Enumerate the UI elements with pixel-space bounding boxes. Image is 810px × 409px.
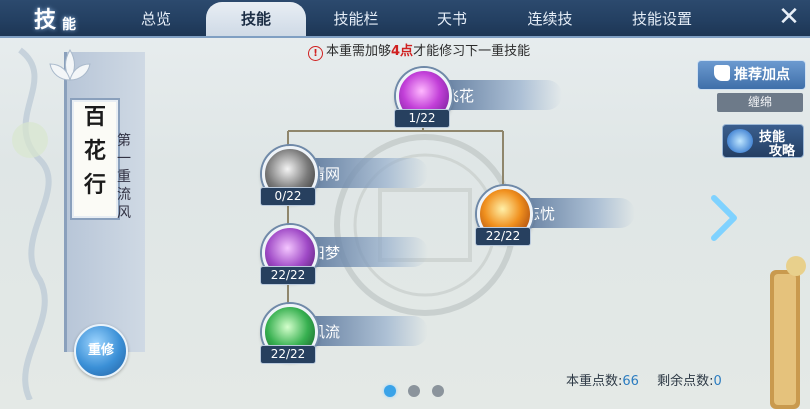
thumbs-up-icon: [714, 65, 730, 81]
skill-level-wangyou: 22/22: [475, 227, 531, 246]
page-dot[interactable]: [384, 385, 396, 397]
page-dot[interactable]: [408, 385, 420, 397]
page-indicator: [384, 382, 456, 401]
points-summary: 本重点数:66 剩余点数:0: [566, 374, 722, 389]
skill-screen: 技 能 总览 技能 技能栏 天书 连续技 技能设置 ✕ ! 本重需加够4点才能修习…: [0, 0, 810, 409]
page-dot[interactable]: [432, 385, 444, 397]
guide-icon: [727, 129, 753, 153]
skill-level-qingwang: 0/22: [260, 187, 316, 206]
skill-level-fengliu: 22/22: [260, 345, 316, 364]
skill-guide-button[interactable]: 技能 攻略: [722, 124, 804, 159]
point-plan-tag[interactable]: 缠绵: [717, 93, 803, 112]
recommend-points-button[interactable]: 推荐加点: [697, 60, 806, 90]
skill-level-jiumeng: 22/22: [260, 266, 316, 285]
chevron-right-icon[interactable]: [708, 194, 740, 242]
skill-level-feihua: 1/22: [394, 109, 450, 128]
skill-tree-connectors: [287, 115, 504, 306]
